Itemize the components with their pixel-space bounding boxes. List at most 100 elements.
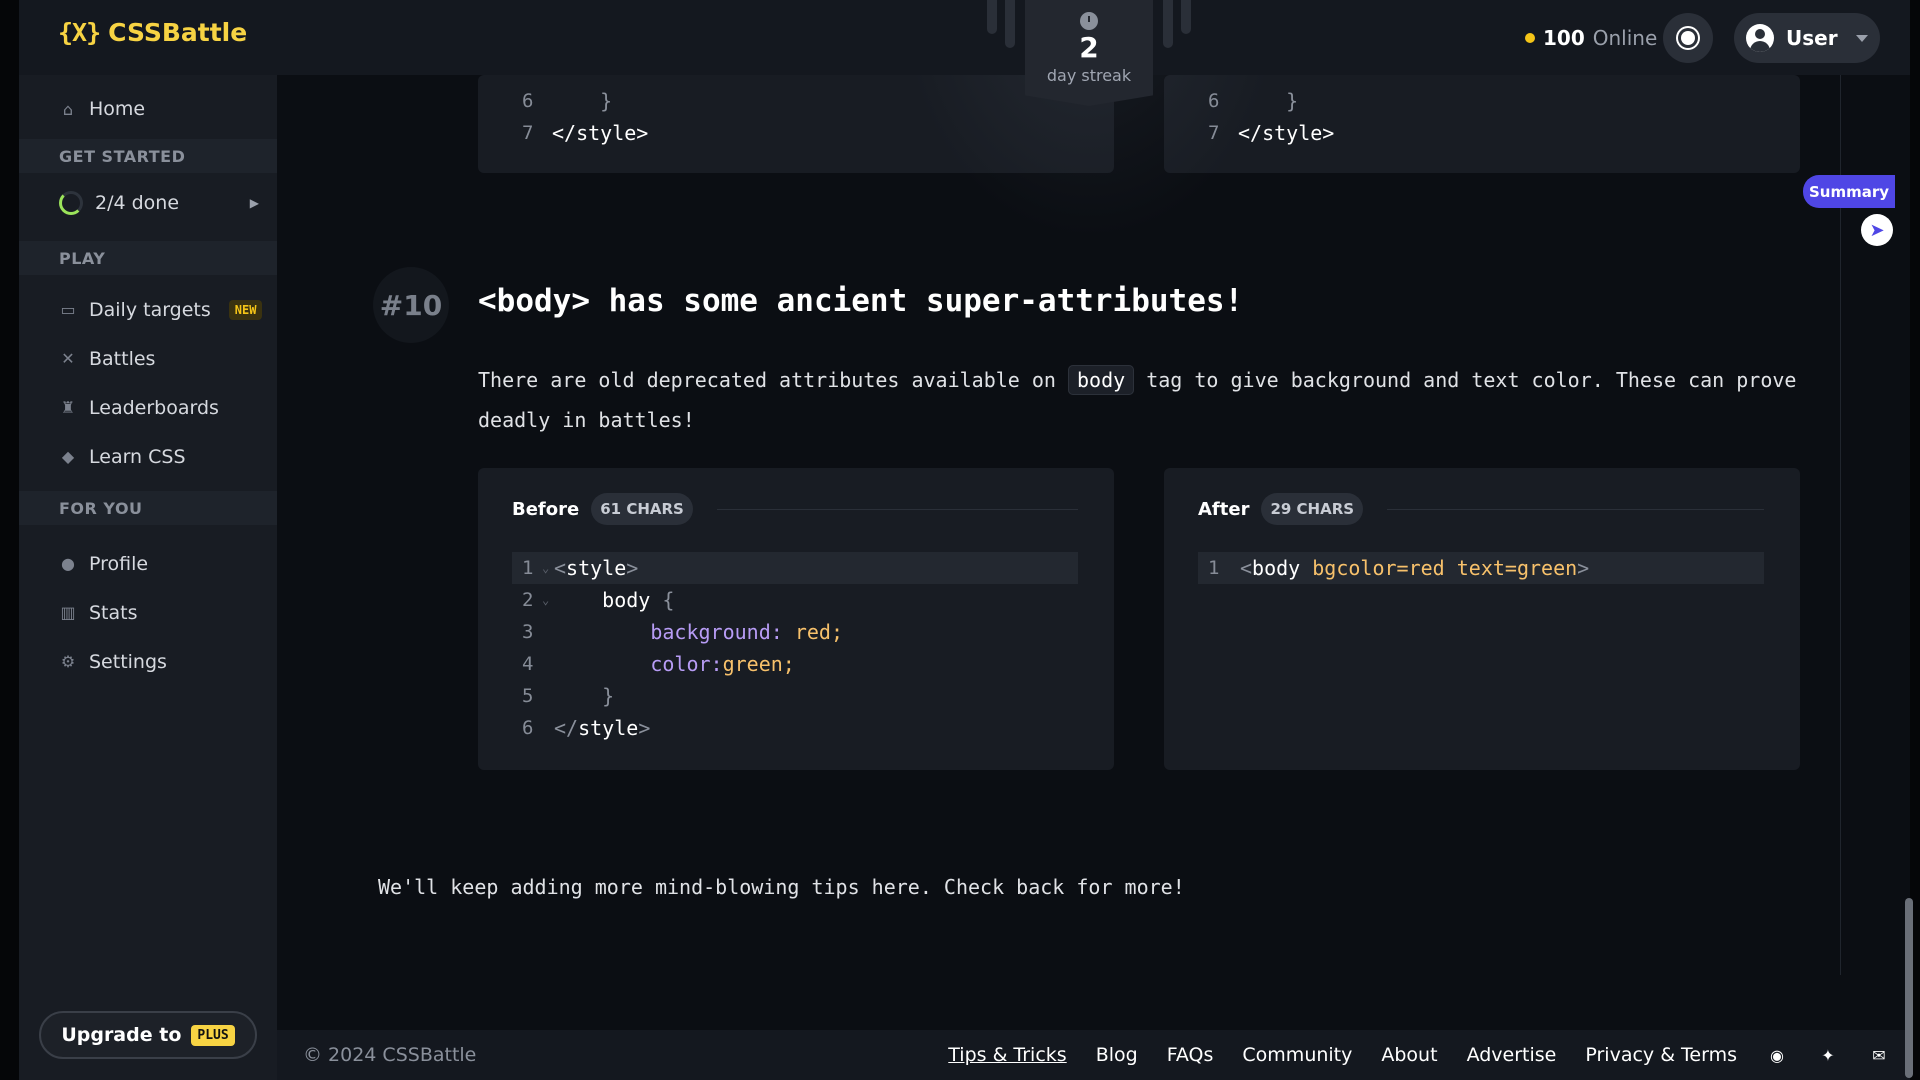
- section-for-you: FOR YOU: [19, 491, 277, 525]
- graduation-cap-icon: ◆: [61, 447, 75, 466]
- upgrade-button[interactable]: Upgrade to PLUS: [39, 1011, 257, 1059]
- logo-text: CSSBattle: [108, 18, 248, 47]
- footer-link-advertise[interactable]: Advertise: [1467, 1044, 1557, 1066]
- previous-after-code: 6 } 7 </style>: [1164, 75, 1800, 173]
- code-line: 1 ⌄ <style>: [512, 552, 1078, 584]
- before-label: Before: [512, 498, 580, 520]
- expand-arrow-icon: ▶: [249, 196, 259, 210]
- rocket-icon[interactable]: ➤: [1861, 214, 1893, 246]
- footer-link-privacy[interactable]: Privacy & Terms: [1585, 1044, 1737, 1066]
- streak-pillar: [1163, 0, 1173, 48]
- after-label: After: [1198, 498, 1250, 520]
- trophy-icon: ♜: [60, 398, 76, 417]
- logo[interactable]: {X} CSSBattle: [58, 18, 247, 47]
- fold-icon: ⌄: [542, 593, 550, 607]
- online-dot-icon: [1525, 33, 1535, 43]
- sidebar-item-label: Stats: [89, 601, 138, 624]
- footer-link-tips[interactable]: Tips & Tricks: [948, 1044, 1066, 1066]
- gear-icon: ⚙: [60, 652, 76, 671]
- scrollbar-thumb[interactable]: [1905, 898, 1913, 1078]
- line-number: 1: [522, 557, 534, 579]
- user-menu-button[interactable]: User: [1734, 13, 1880, 63]
- code-line: 3 background: red;: [512, 616, 1078, 648]
- code-text: <body bgcolor=red text=green>: [1240, 556, 1590, 580]
- sidebar-item-label: Daily targets: [89, 298, 211, 321]
- sun-icon: [1681, 31, 1695, 45]
- online-count: 100: [1543, 26, 1585, 50]
- sidebar-item-label: Home: [89, 98, 146, 120]
- code-line: 6 }: [1208, 85, 1334, 117]
- discord-icon[interactable]: ◉: [1766, 1046, 1788, 1065]
- content-divider: [1840, 75, 1841, 975]
- code-text: color:green;: [554, 652, 795, 676]
- line-number: 1: [1208, 557, 1220, 579]
- progress-ring-icon: [59, 191, 83, 215]
- tip-number: #10: [373, 267, 449, 343]
- code-line: 2 ⌄ body {: [512, 584, 1078, 616]
- code-text: }: [1238, 89, 1299, 113]
- footer-link-about[interactable]: About: [1381, 1044, 1437, 1066]
- after-code-panel: After 29 CHARS 1 <body bgcolor=red text=…: [1164, 468, 1800, 770]
- footer-links: Tips & Tricks Blog FAQs Community About …: [948, 1044, 1890, 1066]
- sidebar: ⌂ Home GET STARTED 2/4 done ▶ PLAY ▭ Dai…: [19, 75, 277, 1080]
- sidebar-item-settings[interactable]: ⚙ Settings: [19, 637, 277, 686]
- home-icon: ⌂: [62, 99, 74, 119]
- calendar-icon: ▭: [60, 300, 76, 319]
- fold-icon: ⌄: [542, 561, 550, 575]
- sidebar-item-learn-css[interactable]: ◆ Learn CSS: [19, 432, 277, 481]
- summary-button[interactable]: Summary: [1803, 175, 1895, 208]
- person-icon: ●: [61, 554, 75, 573]
- plus-badge: PLUS: [191, 1024, 235, 1046]
- twitter-icon[interactable]: ✦: [1817, 1046, 1839, 1065]
- sidebar-item-label: Profile: [89, 552, 149, 575]
- footer-link-faqs[interactable]: FAQs: [1167, 1044, 1214, 1066]
- user-label: User: [1786, 26, 1838, 50]
- before-header: Before 61 CHARS: [512, 493, 1078, 525]
- section-play: PLAY: [19, 241, 277, 275]
- footer: © 2024 CSSBattle Tips & Tricks Blog FAQs…: [277, 1030, 1910, 1080]
- line-number: 6: [522, 90, 534, 112]
- progress-label: 2/4 done: [95, 192, 180, 214]
- line-number: 2: [522, 589, 534, 611]
- new-badge: NEW: [228, 299, 263, 320]
- code-text: </style>: [552, 121, 649, 145]
- sidebar-item-progress[interactable]: 2/4 done ▶: [19, 173, 277, 233]
- sidebar-item-leaderboards[interactable]: ♜ Leaderboards: [19, 383, 277, 432]
- code-line: 6 </style>: [512, 712, 1078, 744]
- previous-before-code: 6 } 7 </style>: [478, 75, 1114, 173]
- footer-link-blog[interactable]: Blog: [1096, 1044, 1138, 1066]
- sidebar-item-battles[interactable]: ✕ Battles: [19, 334, 277, 383]
- streak-pillar: [1181, 0, 1191, 34]
- sidebar-item-home[interactable]: ⌂ Home: [19, 81, 277, 137]
- code-text: }: [554, 684, 615, 708]
- after-header: After 29 CHARS: [1198, 493, 1764, 525]
- line-number: 5: [522, 685, 534, 707]
- sidebar-item-profile[interactable]: ● Profile: [19, 539, 277, 588]
- day-streak-badge[interactable]: 2 day streak: [1025, 0, 1153, 106]
- tip-description: There are old deprecated attributes avai…: [478, 360, 1808, 440]
- streak-pillar: [1005, 0, 1015, 48]
- online-label: Online: [1592, 26, 1658, 50]
- code-text: body {: [554, 588, 675, 612]
- mail-icon[interactable]: ✉: [1868, 1046, 1890, 1065]
- char-count-badge: 29 CHARS: [1261, 493, 1364, 525]
- top-bar: {X} CSSBattle 100 Online User: [0, 0, 1920, 75]
- upgrade-label: Upgrade to: [61, 1024, 182, 1046]
- line-number: 6: [522, 717, 534, 739]
- tip-title: <body> has some ancient super-attributes…: [478, 283, 1244, 319]
- copyright: © 2024 CSSBattle: [303, 1044, 477, 1066]
- divider: [716, 508, 1078, 510]
- theme-toggle-button[interactable]: [1663, 13, 1713, 63]
- footer-link-community[interactable]: Community: [1242, 1044, 1352, 1066]
- char-count-badge: 61 CHARS: [591, 493, 693, 525]
- before-code-panel: Before 61 CHARS 1 ⌄ <style> 2 ⌄ body { 3 b…: [478, 468, 1114, 770]
- code-line: 7 </style>: [522, 117, 648, 149]
- code-text: background: red;: [554, 620, 843, 644]
- window-left-edge: [0, 0, 19, 1080]
- avatar-icon: [1746, 24, 1774, 52]
- code-text: </style>: [1238, 121, 1335, 145]
- bar-chart-icon: ▥: [60, 603, 76, 622]
- sidebar-item-stats[interactable]: ▥ Stats: [19, 588, 277, 637]
- sidebar-item-daily-targets[interactable]: ▭ Daily targets NEW: [19, 285, 277, 334]
- closing-note: We'll keep adding more mind-blowing tips…: [378, 875, 1185, 899]
